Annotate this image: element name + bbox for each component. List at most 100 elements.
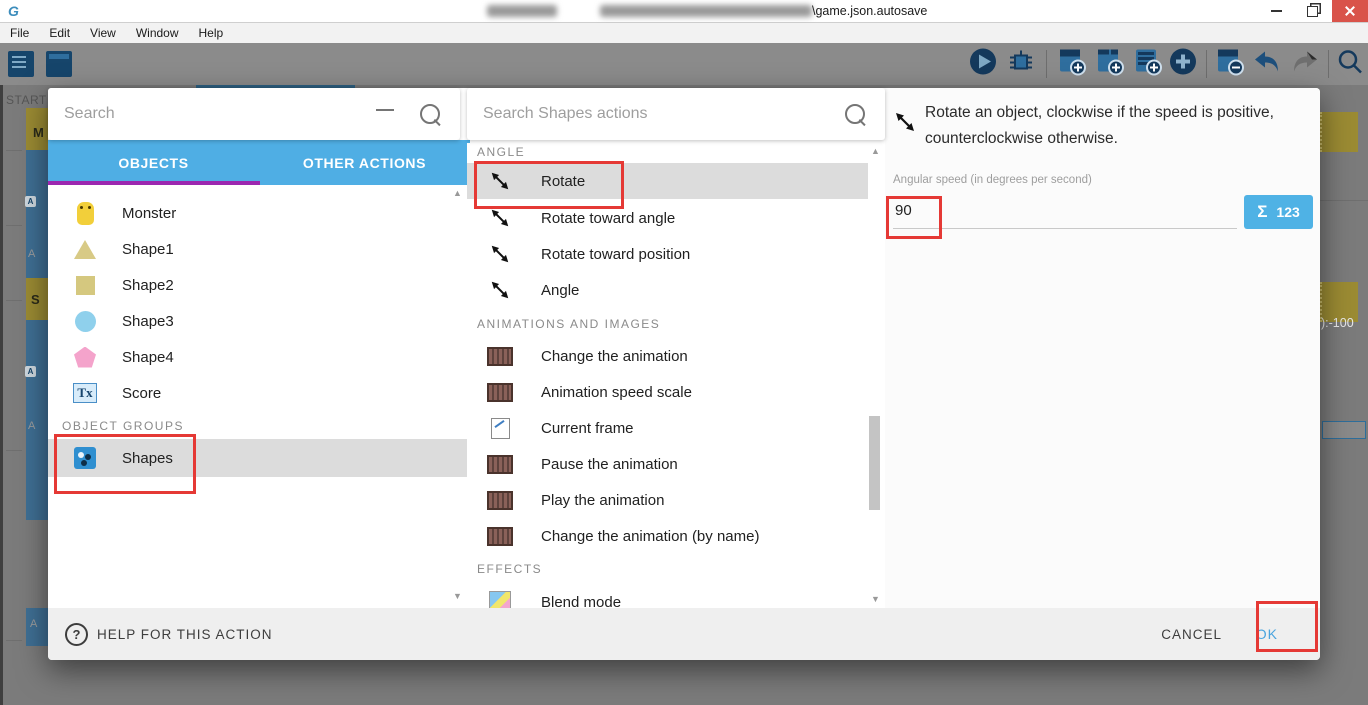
minimize-button[interactable] — [1258, 0, 1294, 22]
object-row-shape3[interactable]: Shape3 — [48, 303, 467, 339]
action-row-rotate[interactable]: Rotate — [467, 163, 868, 199]
menu-edit[interactable]: Edit — [39, 26, 80, 40]
action-label: Change the animation (by name) — [541, 527, 760, 545]
action-row-rotate-toward-position[interactable]: Rotate toward position — [467, 236, 868, 272]
frame-icon — [487, 417, 513, 439]
circle-icon — [72, 310, 98, 332]
action-row-blend-mode[interactable]: Blend mode — [467, 584, 868, 608]
action-row-animation-speed-scale[interactable]: Animation speed scale — [467, 374, 868, 410]
toolbar — [0, 43, 1368, 85]
rotate-icon — [487, 279, 513, 301]
rotate-icon — [487, 207, 513, 229]
expression-editor-button[interactable]: Σ 123 — [1244, 195, 1313, 229]
toolbar-divider — [1328, 50, 1329, 78]
object-search-box[interactable]: Search — [48, 88, 460, 140]
action-row-play-animation[interactable]: Play the animation — [467, 482, 868, 518]
angular-speed-input[interactable] — [893, 192, 1237, 229]
close-button[interactable] — [1332, 0, 1368, 22]
scroll-up-icon[interactable]: ▲ — [453, 188, 462, 198]
ok-button[interactable]: OK — [1256, 626, 1278, 642]
action-search-box[interactable]: Search Shapes actions — [467, 88, 885, 140]
search-toolbar-icon[interactable] — [1336, 48, 1364, 81]
menu-help[interactable]: Help — [189, 26, 234, 40]
redo-icon[interactable] — [1290, 47, 1320, 82]
search-icon[interactable] — [420, 104, 440, 124]
blend-mode-icon — [487, 591, 513, 608]
background-add-action-chip: A — [25, 366, 36, 377]
scroll-down-icon[interactable]: ▼ — [453, 591, 462, 601]
action-row-angle[interactable]: Angle — [467, 272, 868, 308]
background-event-header — [1320, 112, 1358, 152]
search-icon[interactable] — [845, 104, 865, 124]
object-row-shape4[interactable]: Shape4 — [48, 339, 467, 375]
monster-icon — [72, 201, 98, 225]
parameter-label: Angular speed (in degrees per second) — [893, 174, 1092, 186]
section-header-animations: ANIMATIONS AND IMAGES — [477, 317, 661, 331]
action-description: Rotate an object, clockwise if the speed… — [925, 104, 1274, 147]
filmstrip-icon — [487, 526, 513, 546]
action-row-change-animation-by-name[interactable]: Change the animation (by name) — [467, 518, 868, 554]
group-name: Shapes — [122, 449, 173, 467]
action-label: Animation speed scale — [541, 383, 692, 401]
restore-button[interactable] — [1294, 0, 1330, 22]
redacted-title-text — [487, 5, 557, 17]
action-row-rotate-toward-angle[interactable]: Rotate toward angle — [467, 200, 868, 236]
action-row-change-animation[interactable]: Change the animation — [467, 338, 868, 374]
action-list: ANGLE Rotate Rotate toward angle Rotate … — [467, 143, 885, 608]
tab-other-actions[interactable]: OTHER ACTIONS — [259, 140, 470, 185]
gdevelop-logo-icon: G — [8, 3, 19, 19]
menu-file[interactable]: File — [0, 26, 39, 40]
rotate-icon — [893, 110, 917, 139]
help-link[interactable]: HELP FOR THIS ACTION — [97, 627, 273, 642]
preview-play-icon[interactable] — [968, 47, 998, 82]
background-connector — [6, 225, 22, 226]
scrollbar-thumb[interactable] — [869, 416, 880, 510]
title-bar: G \game.json.autosave — [0, 0, 1368, 23]
background-connector — [6, 150, 22, 151]
background-add-action: A — [28, 248, 36, 260]
object-row-shape2[interactable]: Shape2 — [48, 267, 467, 303]
background-connector — [6, 640, 22, 641]
background-connector — [6, 450, 22, 451]
tab-objects[interactable]: OBJECTS — [48, 140, 259, 185]
undo-icon[interactable] — [1252, 47, 1282, 82]
menu-window[interactable]: Window — [126, 26, 189, 40]
redacted-title-path — [600, 5, 812, 17]
window-title: \game.json.autosave — [812, 4, 928, 18]
cancel-button[interactable]: CANCEL — [1161, 627, 1222, 642]
background-expression-fragment: ):-100 — [1321, 316, 1354, 330]
action-row-pause-animation[interactable]: Pause the animation — [467, 446, 868, 482]
project-manager-icon[interactable] — [8, 51, 34, 77]
expression-button-label: 123 — [1276, 204, 1300, 220]
object-row-monster[interactable]: Monster — [48, 195, 467, 231]
text-object-icon — [72, 383, 98, 403]
action-row-current-frame[interactable]: Current frame — [467, 410, 868, 446]
add-icon[interactable] — [1168, 47, 1198, 82]
action-search-placeholder: Search Shapes actions — [483, 105, 648, 122]
filmstrip-icon — [487, 382, 513, 402]
section-header-angle: ANGLE — [477, 145, 526, 159]
scene-editor-icon[interactable] — [46, 51, 72, 77]
object-row-score[interactable]: Score — [48, 375, 467, 411]
dialog-footer: ? HELP FOR THIS ACTION CANCEL OK — [48, 608, 1320, 660]
add-event-icon[interactable] — [1056, 46, 1088, 83]
add-sub-event-icon[interactable] — [1094, 46, 1126, 83]
help-icon[interactable]: ? — [65, 622, 88, 646]
object-group-icon — [72, 447, 98, 469]
object-row-shape1[interactable]: Shape1 — [48, 231, 467, 267]
filmstrip-icon — [487, 454, 513, 474]
object-name: Shape4 — [122, 348, 174, 366]
background-divider — [1320, 200, 1368, 201]
scroll-down-icon[interactable]: ▼ — [871, 594, 880, 604]
background-add-action-chip: A — [25, 196, 36, 207]
group-row-shapes[interactable]: Shapes — [48, 439, 467, 477]
debugger-icon[interactable] — [1006, 47, 1036, 82]
delete-event-icon[interactable] — [1214, 46, 1246, 83]
menu-view[interactable]: View — [80, 26, 126, 40]
rotate-icon — [487, 243, 513, 265]
object-search-placeholder: Search — [64, 105, 115, 122]
scroll-up-icon[interactable]: ▲ — [871, 146, 880, 156]
add-comment-icon[interactable] — [1132, 46, 1164, 83]
filter-icon[interactable] — [376, 107, 394, 121]
rotate-icon — [487, 170, 513, 192]
